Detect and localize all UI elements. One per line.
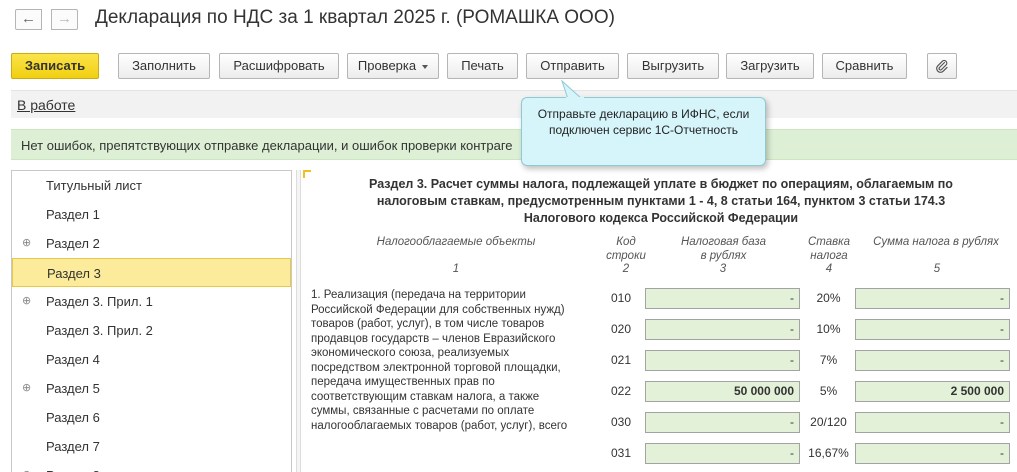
column-header-rate-line2: налога (810, 250, 848, 262)
tree-item-label: Раздел 3. Прил. 1 (46, 294, 153, 309)
tree-item-section-2[interactable]: ⊕ Раздел 2 (12, 229, 291, 258)
save-button[interactable]: Записать (11, 53, 99, 79)
tax-amount-field[interactable]: - (855, 319, 1010, 340)
column-header-code-line1: Код (616, 236, 636, 248)
column-header-code-line2: строки (606, 250, 646, 262)
message-text: Нет ошибок, препятствующих отправке декл… (21, 138, 513, 153)
tax-rate: 10% (816, 322, 841, 336)
expand-icon[interactable]: ⊕ (22, 374, 31, 403)
form-corner-marker (303, 170, 311, 178)
tax-base-field[interactable]: - (645, 288, 800, 309)
tax-base-field[interactable]: - (645, 350, 800, 371)
tree-item-label: Раздел 3 (47, 266, 101, 281)
tax-rate: 5% (819, 384, 838, 398)
section-title: Раздел 3. Расчет суммы налога, подлежаще… (369, 177, 953, 225)
row-code: 020 (610, 322, 632, 336)
tooltip-text: Отправьте декларацию в ИФНС, если подклю… (537, 107, 750, 137)
tree-item-section-6[interactable]: Раздел 6 (12, 403, 291, 432)
tree-item-section-3-app-2[interactable]: Раздел 3. Прил. 2 (12, 316, 291, 345)
back-icon[interactable]: ← (15, 9, 42, 30)
tree-item-section-1[interactable]: Раздел 1 (12, 200, 291, 229)
tooltip-tail (561, 80, 584, 99)
column-header-tax: Сумма налога в рублях (873, 236, 999, 248)
tree-item-label: Раздел 1 (46, 207, 100, 222)
tree-item-label: Раздел 6 (46, 410, 100, 425)
column-number-4: 4 (825, 263, 833, 275)
row-code: 022 (610, 384, 632, 398)
command-toolbar: Записать Заполнить Расшифровать Проверка… (0, 53, 1017, 80)
row-code: 010 (610, 291, 632, 305)
send-tooltip: Отправьте декларацию в ИФНС, если подклю… (521, 97, 766, 166)
tree-item-label: Раздел 8 (46, 461, 100, 472)
export-button[interactable]: Выгрузить (627, 53, 719, 79)
tax-amount-field[interactable]: - (855, 443, 1010, 464)
tree-item-label: Раздел 3. Прил. 2 (46, 323, 153, 338)
column-number-5: 5 (933, 263, 941, 275)
row-code: 030 (610, 415, 632, 429)
tax-base-field[interactable]: - (645, 319, 800, 340)
import-button[interactable]: Загрузить (726, 53, 814, 79)
tax-rate: 7% (819, 353, 838, 367)
tree-item-section-7[interactable]: Раздел 7 (12, 432, 291, 461)
title-bar: ← → Декларация по НДС за 1 квартал 2025 … (0, 0, 1017, 40)
row-code: 031 (610, 446, 632, 460)
column-number-2: 2 (622, 263, 630, 275)
column-header-code: Код строки (601, 235, 651, 263)
tree-item-section-8[interactable]: ⊕ Раздел 8 (12, 461, 291, 472)
tax-base-field[interactable]: - (645, 412, 800, 433)
sections-tree: Титульный лист Раздел 1 ⊕ Раздел 2 Разде… (11, 170, 292, 472)
tree-item-section-3-app-1[interactable]: ⊕ Раздел 3. Прил. 1 (12, 287, 291, 316)
column-header-base-line1: Налоговая база (680, 236, 767, 248)
tree-item-section-4[interactable]: Раздел 4 (12, 345, 291, 374)
tree-item-label: Раздел 4 (46, 352, 100, 367)
compare-button[interactable]: Сравнить (822, 53, 907, 79)
tax-base-field[interactable]: - (645, 443, 800, 464)
tax-rate: 16,67% (808, 446, 849, 460)
status-link[interactable]: В работе (17, 97, 75, 113)
column-number-1: 1 (452, 263, 460, 275)
forward-icon[interactable]: → (51, 9, 78, 30)
tree-item-label: Раздел 7 (46, 439, 100, 454)
expand-icon[interactable]: ⊕ (22, 229, 31, 258)
declaration-form: Раздел 3. Расчет суммы налога, подлежаще… (301, 170, 1017, 472)
tax-amount-field[interactable]: - (855, 350, 1010, 371)
column-header-rate: Ставка налога (801, 235, 857, 263)
send-button[interactable]: Отправить (526, 53, 619, 79)
tree-item-title-page[interactable]: Титульный лист (12, 171, 291, 200)
tree-item-label: Титульный лист (46, 178, 143, 193)
tax-rate: 20/120 (810, 415, 847, 429)
status-bar: В работе (11, 90, 1017, 118)
check-button-label: Проверка (357, 58, 417, 73)
column-header-rate-line1: Ставка (808, 236, 850, 248)
expand-icon[interactable]: ⊕ (22, 461, 31, 472)
column-header-base-line2: в рублях (700, 250, 747, 262)
check-dropdown-button[interactable]: Проверка (347, 53, 439, 79)
column-number-3: 3 (719, 263, 727, 275)
tree-item-label: Раздел 2 (46, 236, 100, 251)
fill-button[interactable]: Заполнить (118, 53, 210, 79)
tree-item-section-3[interactable]: Раздел 3 (12, 258, 291, 287)
print-button[interactable]: Печать (447, 53, 518, 79)
attach-button[interactable] (927, 53, 957, 79)
column-header-base: Налоговая база в рублях (666, 235, 781, 263)
column-header-objects: Налогооблагаемые объекты (376, 236, 536, 248)
tax-base-field[interactable]: 50 000 000 (645, 381, 800, 402)
message-bar: Нет ошибок, препятствующих отправке декл… (11, 129, 1017, 160)
row-description: 1. Реализация (передача на территории Ро… (311, 289, 568, 432)
tax-amount-field[interactable]: - (855, 288, 1010, 309)
tax-amount-field[interactable]: 2 500 000 (855, 381, 1010, 402)
tree-item-label: Раздел 5 (46, 381, 100, 396)
expand-icon[interactable]: ⊕ (22, 287, 31, 316)
tax-rate: 20% (816, 291, 841, 305)
tree-item-section-5[interactable]: ⊕ Раздел 5 (12, 374, 291, 403)
paperclip-icon (936, 59, 948, 73)
tax-amount-field[interactable]: - (855, 412, 1010, 433)
chevron-down-icon (422, 64, 429, 69)
page-title: Декларация по НДС за 1 квартал 2025 г. (… (95, 7, 615, 28)
decode-button[interactable]: Расшифровать (219, 53, 339, 79)
row-code: 021 (610, 353, 632, 367)
